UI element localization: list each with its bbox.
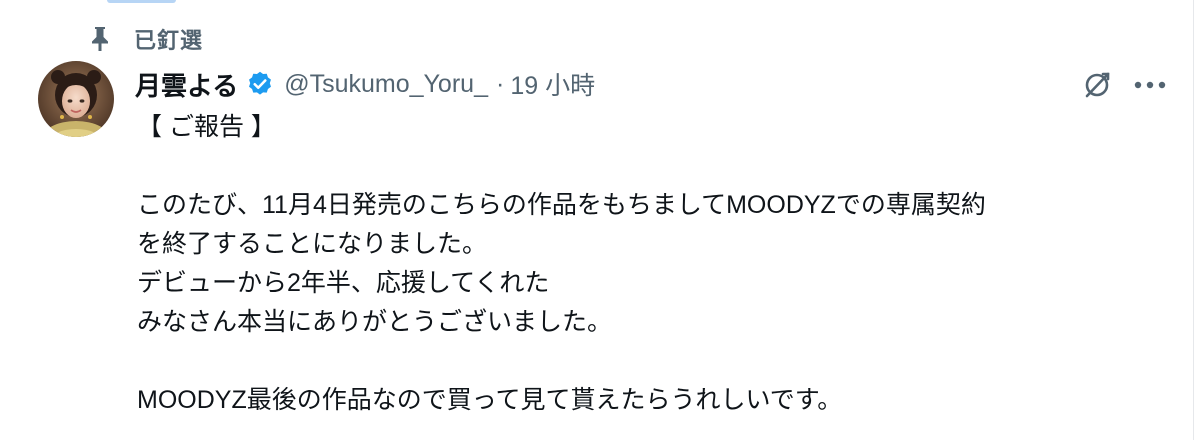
user-handle[interactable]: @Tsukumo_Yoru_ (284, 70, 488, 99)
tweet-line: このたび、11月4日発売のこちらの作品をもちましてMOODYZでの専属契約 (137, 191, 986, 219)
tweet-line (137, 342, 1177, 381)
pinned-label: 已釘選 (134, 28, 204, 53)
tweet-line (137, 147, 1177, 186)
tweet-line: を終了することになりました。 (137, 230, 488, 258)
tweet-line: みなさん本当にありがとうございました。 (137, 308, 613, 336)
column-border (1193, 0, 1194, 440)
separator-dot: · (495, 69, 505, 98)
tweet-text: 【 ご報告 】 このたび、11月4日発売のこちらの作品をもちましてMOODYZで… (137, 108, 1177, 420)
tweet-line: MOODYZ最後の作品なので買って見て貰えたらうれしいです。 (137, 386, 843, 414)
tweet-line: 【 ご報告 】 (137, 113, 276, 141)
verified-badge-icon[interactable] (246, 69, 276, 99)
display-name[interactable]: 月雲よる (135, 66, 238, 103)
pinned-indicator: 已釘選 (88, 24, 203, 54)
tweet-header: 月雲よる @Tsukumo_Yoru_ · 19 小時 (135, 66, 595, 102)
tweet-line: デビューから2年半、応援してくれた (137, 269, 550, 297)
pin-icon (88, 24, 112, 54)
avatar[interactable] (38, 61, 114, 137)
tweet-card[interactable]: 已釘選 月雲よる @Tsukumo_Yoru_ · 19 小時 【 ご報告 】 … (0, 0, 1193, 440)
more-options-icon[interactable] (1132, 68, 1168, 102)
timestamp[interactable]: 19 小時 (510, 66, 595, 102)
grok-icon[interactable] (1080, 68, 1114, 102)
